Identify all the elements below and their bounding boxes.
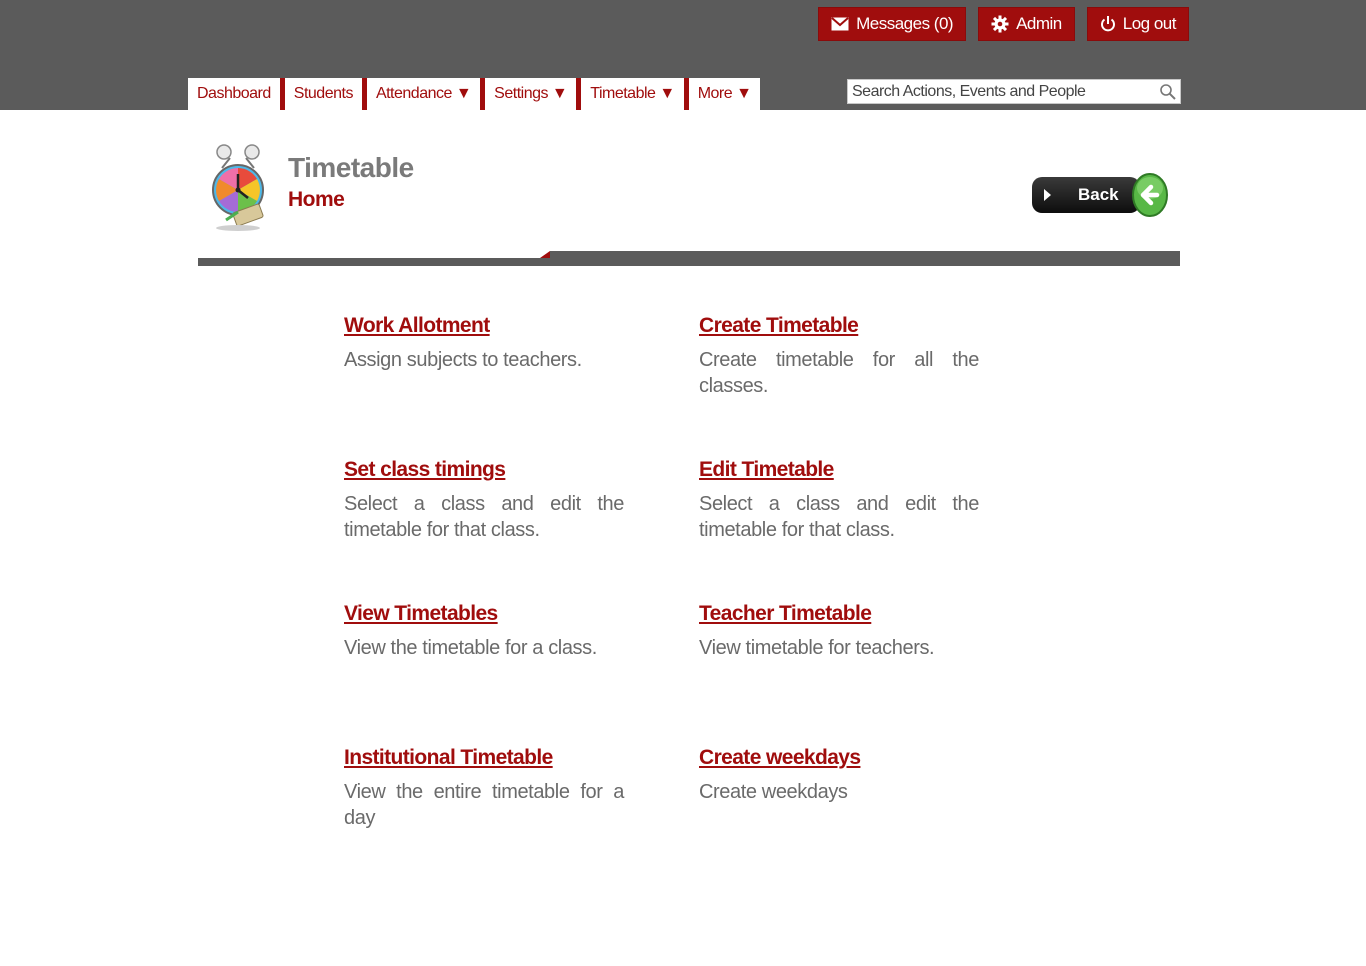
create-weekdays-link[interactable]: Create weekdays <box>699 746 861 770</box>
admin-button[interactable]: Admin <box>978 7 1075 41</box>
list-item: Set class timings Select a class and edi… <box>344 458 624 543</box>
item-description: Select a class and edit the timetable fo… <box>699 493 979 541</box>
item-description: View the timetable for a class. <box>344 637 597 659</box>
nav-timetable[interactable]: Timetable ▼ <box>576 78 684 110</box>
edit-timetable-link[interactable]: Edit Timetable <box>699 458 834 482</box>
back-label: Back <box>1078 185 1119 204</box>
institutional-timetable-link[interactable]: Institutional Timetable <box>344 746 553 770</box>
list-item: Work Allotment Assign subjects to teache… <box>344 314 624 373</box>
page-header: Timetable Home Back <box>198 130 1180 266</box>
top-bar: Messages (0) Admin Log out Dashboard Stu… <box>0 0 1366 110</box>
item-description: View timetable for teachers. <box>699 637 935 659</box>
list-item: Create weekdays Create weekdays <box>699 746 979 805</box>
logout-label: Log out <box>1122 14 1177 33</box>
play-triangle-icon <box>1044 189 1051 201</box>
nav-attendance[interactable]: Attendance ▼ <box>361 78 481 110</box>
item-description: Create weekdays <box>699 781 848 803</box>
list-item: Institutional Timetable View the entire … <box>344 746 624 831</box>
nav-students[interactable]: Students <box>279 78 362 110</box>
envelope-icon <box>831 17 849 31</box>
header-divider <box>198 251 1180 266</box>
search-input[interactable] <box>848 82 1156 101</box>
nav-dashboard[interactable]: Dashboard <box>188 78 280 110</box>
work-allotment-link[interactable]: Work Allotment <box>344 314 490 338</box>
back-arrow-icon <box>1132 172 1168 218</box>
top-buttons: Messages (0) Admin Log out <box>818 7 1189 41</box>
back-button-bar: Back <box>1032 177 1140 213</box>
list-item: Create Timetable Create timetable for al… <box>699 314 979 399</box>
search-box <box>847 79 1181 104</box>
teacher-timetable-link[interactable]: Teacher Timetable <box>699 602 872 626</box>
messages-label: Messages (0) <box>856 14 954 33</box>
item-description: Create timetable for all the classes. <box>699 349 979 397</box>
view-timetables-link[interactable]: View Timetables <box>344 602 498 626</box>
messages-button[interactable]: Messages (0) <box>818 7 967 41</box>
list-item: Edit Timetable Select a class and edit t… <box>699 458 979 543</box>
alarm-clock-icon <box>208 142 270 232</box>
item-description: Assign subjects to teachers. <box>344 349 582 371</box>
main-nav: Dashboard Students Attendance ▼ Settings… <box>188 78 761 110</box>
nav-more[interactable]: More ▼ <box>683 78 761 110</box>
page-title: Timetable <box>288 152 414 183</box>
create-timetable-link[interactable]: Create Timetable <box>699 314 859 338</box>
set-class-timings-link[interactable]: Set class timings <box>344 458 506 482</box>
admin-label: Admin <box>1016 14 1062 33</box>
search-icon[interactable] <box>1156 83 1180 101</box>
power-icon <box>1100 15 1116 33</box>
list-item: Teacher Timetable View timetable for tea… <box>699 602 979 661</box>
gear-icon <box>991 15 1009 33</box>
nav-settings[interactable]: Settings ▼ <box>480 78 577 110</box>
item-description: Select a class and edit the timetable fo… <box>344 493 624 541</box>
list-item: View Timetables View the timetable for a… <box>344 602 624 661</box>
page-subtitle: Home <box>288 188 345 211</box>
item-description: View the entire timetable for a day <box>344 781 624 829</box>
back-button[interactable]: Back <box>1030 170 1170 222</box>
logout-button[interactable]: Log out <box>1086 7 1189 41</box>
